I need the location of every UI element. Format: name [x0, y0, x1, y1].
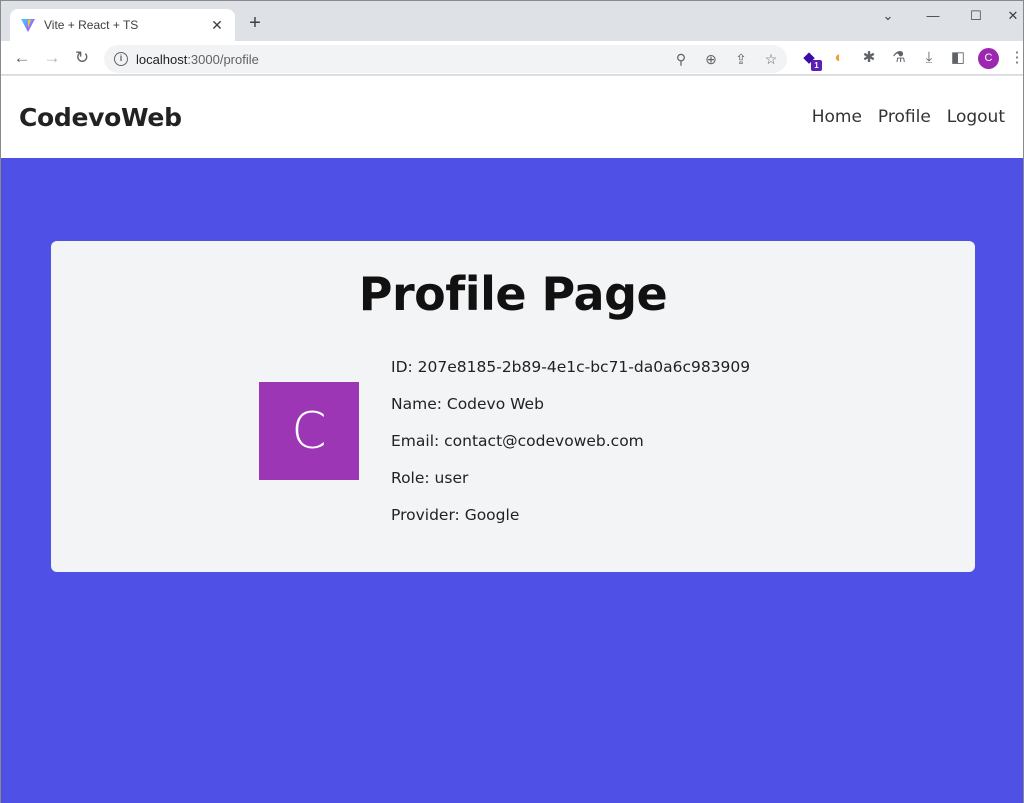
extensions-puzzle-icon[interactable]: ✱	[858, 47, 880, 69]
address-bar[interactable]: i localhost:3000/profile ⚲ ⊕ ⇪ ☆	[104, 45, 787, 73]
site-logo[interactable]: CodevoWeb	[19, 103, 182, 132]
url-text: localhost:3000/profile	[136, 51, 259, 67]
zoom-icon[interactable]: ⊕	[701, 49, 721, 69]
profile-id: ID: 207e8185-2b89-4e1c-bc71-da0a6c983909	[391, 358, 751, 376]
tab-search-chevron-icon[interactable]: ⌄	[866, 5, 910, 27]
bookmark-star-icon[interactable]: ☆	[761, 49, 781, 69]
extension-s-icon[interactable]: ◐	[828, 47, 850, 69]
download-icon[interactable]: ⤓	[918, 47, 940, 69]
nav-profile-link[interactable]: Profile	[878, 107, 931, 127]
main-nav: Home Profile Logout	[812, 107, 1005, 127]
site-header: CodevoWeb Home Profile Logout	[1, 76, 1023, 158]
menu-kebab-icon[interactable]: ⋮	[1006, 47, 1024, 69]
profile-card: Profile Page C ID: 207e8185-2b89-4e1c-bc…	[51, 241, 975, 572]
reload-button[interactable]: ↻	[71, 47, 93, 69]
search-icon[interactable]: ⚲	[671, 49, 691, 69]
tab-title: Vite + React + TS	[44, 18, 139, 32]
back-button[interactable]: ←	[11, 47, 33, 69]
extension-badge: 1	[811, 60, 822, 71]
browser-toolbar: ← → ↻ i localhost:3000/profile ⚲ ⊕ ⇪ ☆ ◆…	[1, 41, 1024, 75]
vite-favicon-icon	[21, 19, 35, 32]
close-window-button[interactable]: ✕	[991, 5, 1024, 27]
profile-name: Name: Codevo Web	[391, 395, 544, 413]
share-icon[interactable]: ⇪	[731, 49, 751, 69]
site-info-icon[interactable]: i	[114, 52, 128, 66]
chrome-profile-avatar[interactable]: C	[978, 48, 999, 69]
nav-logout-link[interactable]: Logout	[947, 107, 1005, 127]
nav-home-link[interactable]: Home	[812, 107, 862, 127]
browser-tab[interactable]: Vite + React + TS ✕	[10, 9, 235, 41]
profile-email: Email: contact@codevoweb.com	[391, 432, 644, 450]
side-panel-icon[interactable]: ◧	[947, 47, 969, 69]
forward-button[interactable]: →	[41, 47, 63, 69]
labs-flask-icon[interactable]: ⚗	[888, 47, 910, 69]
minimize-button[interactable]: —	[911, 5, 955, 27]
profile-provider: Provider: Google	[391, 506, 520, 524]
tab-strip: Vite + React + TS ✕ + ⌄ — ☐ ✕	[1, 1, 1023, 41]
new-tab-button[interactable]: +	[245, 13, 265, 33]
profile-details: ID: 207e8185-2b89-4e1c-bc71-da0a6c983909…	[391, 355, 750, 540]
page-title: Profile Page	[358, 267, 668, 321]
profile-role: Role: user	[391, 469, 469, 487]
close-tab-icon[interactable]: ✕	[209, 17, 225, 34]
profile-avatar: C	[259, 382, 359, 480]
page-body: CodevoWeb Home Profile Logout Profile Pa…	[1, 76, 1023, 803]
